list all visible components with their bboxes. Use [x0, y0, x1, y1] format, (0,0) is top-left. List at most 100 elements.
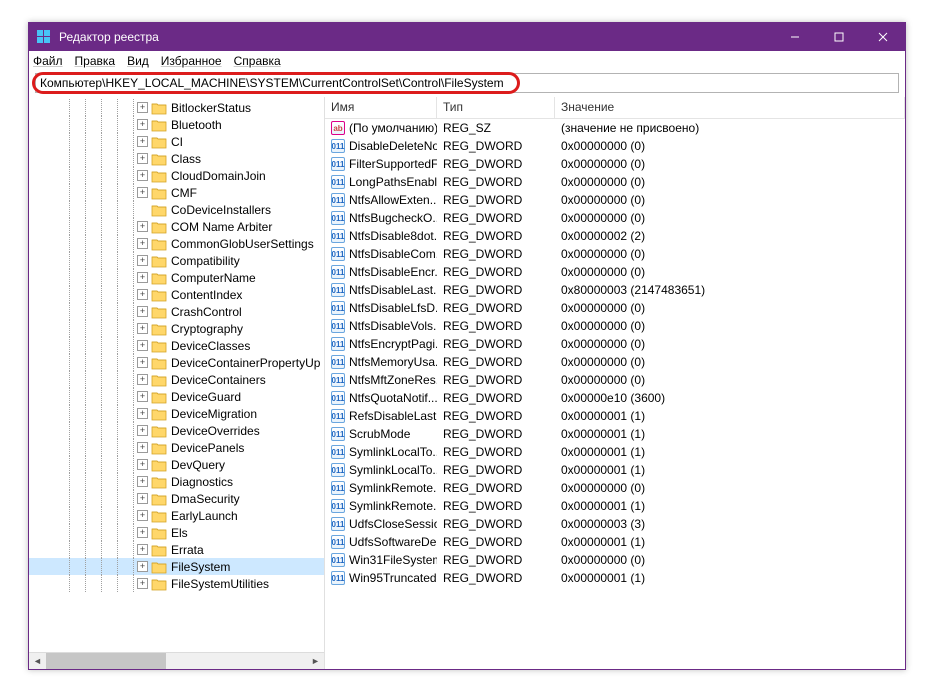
- tree-item[interactable]: +Compatibility: [29, 252, 324, 269]
- maximize-button[interactable]: [817, 23, 861, 51]
- expand-toggle-icon[interactable]: +: [137, 306, 148, 317]
- minimize-button[interactable]: [773, 23, 817, 51]
- value-row[interactable]: 011FilterSupportedF...REG_DWORD0x0000000…: [325, 155, 905, 173]
- expand-toggle-icon[interactable]: +: [137, 408, 148, 419]
- tree-item[interactable]: CoDeviceInstallers: [29, 201, 324, 218]
- value-row[interactable]: 011Win95Truncated...REG_DWORD0x00000001 …: [325, 569, 905, 587]
- tree-item[interactable]: +DeviceGuard: [29, 388, 324, 405]
- tree-item[interactable]: +Diagnostics: [29, 473, 324, 490]
- expand-toggle-icon[interactable]: +: [137, 391, 148, 402]
- value-row[interactable]: 011DisableDeleteNo...REG_DWORD0x00000000…: [325, 137, 905, 155]
- expand-toggle-icon[interactable]: +: [137, 323, 148, 334]
- value-row[interactable]: 011NtfsAllowExten...REG_DWORD0x00000000 …: [325, 191, 905, 209]
- tree-item[interactable]: +ContentIndex: [29, 286, 324, 303]
- values-list[interactable]: ab(По умолчанию)REG_SZ(значение не присв…: [325, 119, 905, 669]
- tree-item[interactable]: +DeviceOverrides: [29, 422, 324, 439]
- expand-toggle-icon[interactable]: +: [137, 527, 148, 538]
- menu-help[interactable]: Справка: [234, 54, 281, 68]
- tree-item[interactable]: +FileSystem: [29, 558, 324, 575]
- value-row[interactable]: 011SymlinkLocalTo...REG_DWORD0x00000001 …: [325, 461, 905, 479]
- tree-item[interactable]: +DeviceContainerPropertyUp: [29, 354, 324, 371]
- expand-toggle-icon[interactable]: +: [137, 221, 148, 232]
- tree-item[interactable]: +Els: [29, 524, 324, 541]
- scroll-left-icon[interactable]: ◄: [29, 653, 46, 669]
- expand-toggle-icon[interactable]: +: [137, 340, 148, 351]
- value-row[interactable]: ab(По умолчанию)REG_SZ(значение не присв…: [325, 119, 905, 137]
- expand-toggle-icon[interactable]: +: [137, 544, 148, 555]
- menu-edit[interactable]: Правка: [75, 54, 116, 68]
- tree-item[interactable]: +DevicePanels: [29, 439, 324, 456]
- scroll-right-icon[interactable]: ►: [307, 653, 324, 669]
- value-row[interactable]: 011SymlinkLocalTo...REG_DWORD0x00000001 …: [325, 443, 905, 461]
- value-row[interactable]: 011NtfsDisableCom...REG_DWORD0x00000000 …: [325, 245, 905, 263]
- column-name[interactable]: Имя: [325, 97, 437, 118]
- tree-item[interactable]: +BitlockerStatus: [29, 99, 324, 116]
- tree-item[interactable]: +DeviceMigration: [29, 405, 324, 422]
- value-row[interactable]: 011NtfsQuotaNotif...REG_DWORD0x00000e10 …: [325, 389, 905, 407]
- value-row[interactable]: 011NtfsBugcheckO...REG_DWORD0x00000000 (…: [325, 209, 905, 227]
- value-row[interactable]: 011NtfsEncryptPagi...REG_DWORD0x00000000…: [325, 335, 905, 353]
- close-button[interactable]: [861, 23, 905, 51]
- expand-toggle-icon[interactable]: +: [137, 238, 148, 249]
- expand-toggle-icon[interactable]: +: [137, 459, 148, 470]
- tree-item[interactable]: +CI: [29, 133, 324, 150]
- value-row[interactable]: 011NtfsDisableVols...REG_DWORD0x00000000…: [325, 317, 905, 335]
- registry-tree[interactable]: +BitlockerStatus+Bluetooth+CI+Class+Clou…: [29, 97, 324, 652]
- expand-toggle-icon[interactable]: +: [137, 170, 148, 181]
- expand-toggle-icon[interactable]: +: [137, 255, 148, 266]
- scrollbar-thumb[interactable]: [46, 653, 166, 669]
- value-row[interactable]: 011SymlinkRemote...REG_DWORD0x00000000 (…: [325, 479, 905, 497]
- expand-toggle-icon[interactable]: +: [137, 493, 148, 504]
- tree-item[interactable]: +CrashControl: [29, 303, 324, 320]
- tree-item[interactable]: +DeviceClasses: [29, 337, 324, 354]
- tree-item[interactable]: +FileSystemUtilities: [29, 575, 324, 592]
- expand-toggle-icon[interactable]: +: [137, 289, 148, 300]
- expand-toggle-icon[interactable]: +: [137, 272, 148, 283]
- tree-item[interactable]: +COM Name Arbiter: [29, 218, 324, 235]
- value-row[interactable]: 011NtfsDisableLast...REG_DWORD0x80000003…: [325, 281, 905, 299]
- address-bar[interactable]: [35, 73, 899, 93]
- value-row[interactable]: 011RefsDisableLast...REG_DWORD0x00000001…: [325, 407, 905, 425]
- tree-item[interactable]: +Class: [29, 150, 324, 167]
- tree-item[interactable]: +CloudDomainJoin: [29, 167, 324, 184]
- value-row[interactable]: 011NtfsDisableEncr...REG_DWORD0x00000000…: [325, 263, 905, 281]
- tree-item[interactable]: +DeviceContainers: [29, 371, 324, 388]
- expand-toggle-icon[interactable]: +: [137, 153, 148, 164]
- tree-item[interactable]: +CommonGlobUserSettings: [29, 235, 324, 252]
- value-row[interactable]: 011Win31FileSystemREG_DWORD0x00000000 (0…: [325, 551, 905, 569]
- column-type[interactable]: Тип: [437, 97, 555, 118]
- expand-toggle-icon[interactable]: +: [137, 187, 148, 198]
- expand-toggle-icon[interactable]: +: [137, 136, 148, 147]
- value-row[interactable]: 011SymlinkRemote...REG_DWORD0x00000001 (…: [325, 497, 905, 515]
- tree-item[interactable]: +DmaSecurity: [29, 490, 324, 507]
- menu-file[interactable]: Файл: [33, 54, 63, 68]
- menu-view[interactable]: Вид: [127, 54, 149, 68]
- expand-toggle-icon[interactable]: +: [137, 561, 148, 572]
- value-row[interactable]: 011NtfsMemoryUsa...REG_DWORD0x00000000 (…: [325, 353, 905, 371]
- expand-toggle-icon[interactable]: +: [137, 578, 148, 589]
- menu-favorites[interactable]: Избранное: [161, 54, 222, 68]
- expand-toggle-icon[interactable]: +: [137, 119, 148, 130]
- expand-toggle-icon[interactable]: +: [137, 102, 148, 113]
- tree-item[interactable]: +Cryptography: [29, 320, 324, 337]
- value-row[interactable]: 011LongPathsEnabl...REG_DWORD0x00000000 …: [325, 173, 905, 191]
- value-row[interactable]: 011ScrubModeREG_DWORD0x00000001 (1): [325, 425, 905, 443]
- expand-toggle-icon[interactable]: +: [137, 442, 148, 453]
- expand-toggle-icon[interactable]: +: [137, 510, 148, 521]
- value-row[interactable]: 011NtfsDisableLfsD...REG_DWORD0x00000000…: [325, 299, 905, 317]
- tree-item[interactable]: +Errata: [29, 541, 324, 558]
- column-value[interactable]: Значение: [555, 97, 905, 118]
- expand-toggle-icon[interactable]: +: [137, 476, 148, 487]
- expand-toggle-icon[interactable]: +: [137, 357, 148, 368]
- value-row[interactable]: 011UdfsCloseSessio...REG_DWORD0x00000003…: [325, 515, 905, 533]
- tree-item[interactable]: +ComputerName: [29, 269, 324, 286]
- expand-toggle-icon[interactable]: +: [137, 425, 148, 436]
- value-row[interactable]: 011UdfsSoftwareDe...REG_DWORD0x00000001 …: [325, 533, 905, 551]
- value-row[interactable]: 011NtfsMftZoneRes...REG_DWORD0x00000000 …: [325, 371, 905, 389]
- value-row[interactable]: 011NtfsDisable8dot...REG_DWORD0x00000002…: [325, 227, 905, 245]
- tree-item[interactable]: +CMF: [29, 184, 324, 201]
- tree-item[interactable]: +Bluetooth: [29, 116, 324, 133]
- expand-toggle-icon[interactable]: +: [137, 374, 148, 385]
- tree-horizontal-scrollbar[interactable]: ◄ ►: [29, 652, 324, 669]
- tree-item[interactable]: +EarlyLaunch: [29, 507, 324, 524]
